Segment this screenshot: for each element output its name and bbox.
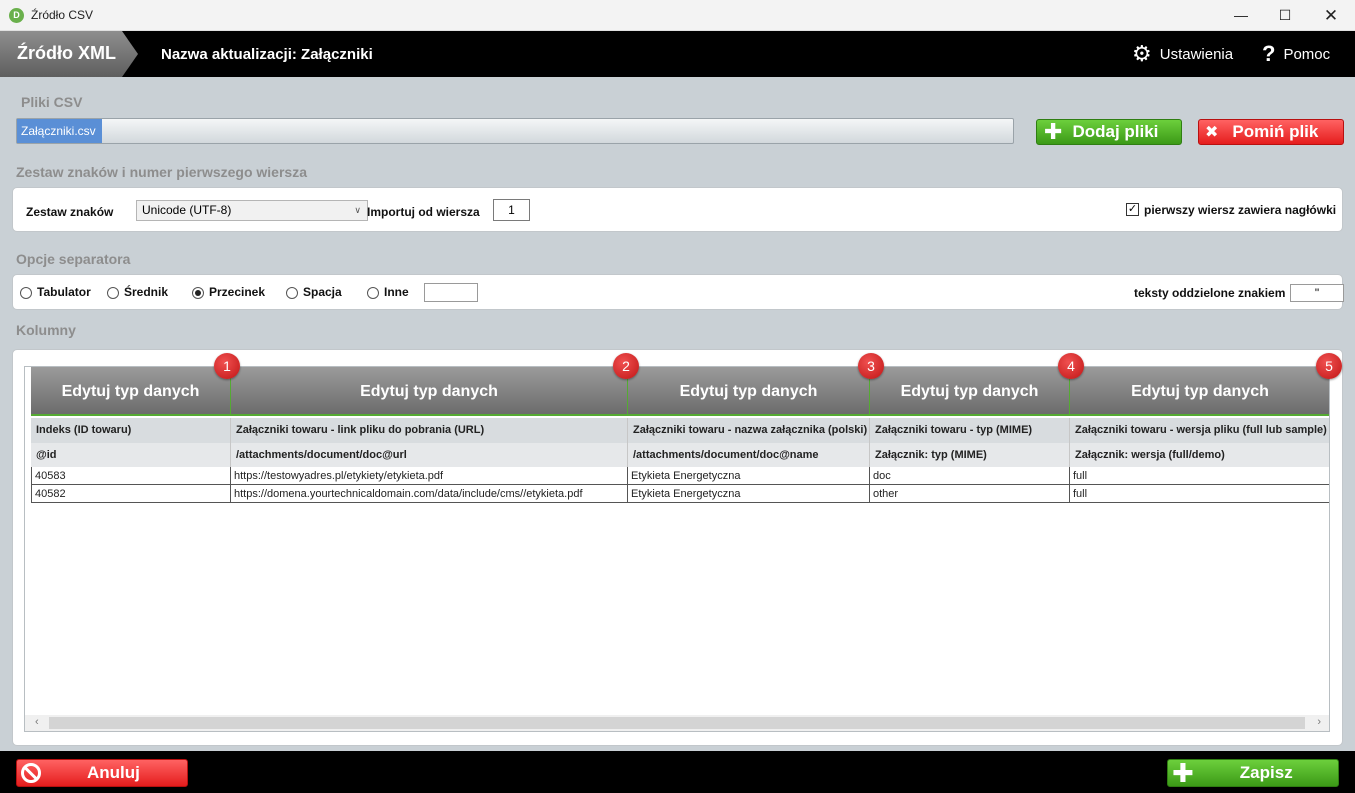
column-number-badge: 4 <box>1058 353 1084 379</box>
column-number-badge: 3 <box>858 353 884 379</box>
edit-type-button-4[interactable]: Edytuj typ danych <box>870 367 1070 416</box>
table-cell: doc <box>870 467 1070 485</box>
other-separator-field[interactable] <box>424 283 478 302</box>
charset-select[interactable]: Unicode (UTF-8) ∨ <box>136 200 368 221</box>
table-cell: https://testowyadres.pl/etykiety/etykiet… <box>231 467 628 485</box>
maximize-icon[interactable]: ☐ <box>1262 0 1308 31</box>
quote-label: teksty oddzielone znakiem <box>1134 286 1286 300</box>
column-number-badge: 1 <box>214 353 240 379</box>
title-bar: D Źródło CSV — ☐ ✕ <box>0 0 1355 31</box>
charset-title: Zestaw znaków i numer pierwszego wiersza <box>16 164 307 180</box>
plus-icon: ✚ <box>1172 758 1194 788</box>
scrollbar-thumb[interactable] <box>49 717 1305 729</box>
columns-grid: Edytuj typ danych Edytuj typ danych Edyt… <box>24 366 1330 732</box>
scroll-right-icon[interactable]: › <box>1317 716 1321 728</box>
table-cell: 40582 <box>31 485 231 503</box>
column-name: Załączniki towaru - typ (MIME) <box>870 418 1070 443</box>
column-path[interactable]: /attachments/document/doc@name <box>628 443 870 467</box>
charset-value: Unicode (UTF-8) <box>142 203 232 217</box>
column-number-badge: 2 <box>613 353 639 379</box>
header-row-checkbox[interactable]: ✓ <box>1126 203 1139 216</box>
table-cell: Etykieta Energetyczna <box>628 485 870 503</box>
table-cell: Etykieta Energetyczna <box>628 467 870 485</box>
radio-other[interactable] <box>367 287 379 299</box>
separator-title: Opcje separatora <box>16 251 131 267</box>
xml-source-tab-label: Źródło XML <box>17 43 116 63</box>
table-cell: other <box>870 485 1070 503</box>
app-icon: D <box>9 8 24 23</box>
radio-other-label: Inne <box>384 285 409 299</box>
columns-title: Kolumny <box>16 322 76 338</box>
radio-space[interactable] <box>286 287 298 299</box>
radio-semicolon-label: Średnik <box>124 285 169 299</box>
column-path[interactable]: @id <box>31 443 231 467</box>
horizontal-scrollbar[interactable]: ‹ › <box>25 715 1329 731</box>
minimize-icon[interactable]: — <box>1218 0 1264 31</box>
cancel-label: Anuluj <box>87 763 140 782</box>
add-files-button[interactable]: ✚ Dodaj pliki <box>1036 119 1182 145</box>
header-bar: Źródło XML Nazwa aktualizacji: Załącznik… <box>0 31 1355 77</box>
column-number-badge: 5 <box>1316 353 1342 379</box>
xml-source-tab[interactable]: Źródło XML <box>0 31 138 77</box>
separator-panel: Tabulator Średnik Przecinek Spacja Inne … <box>12 274 1344 310</box>
radio-space-label: Spacja <box>303 285 342 299</box>
table-cell: full <box>1070 485 1329 503</box>
table-cell: 40583 <box>31 467 231 485</box>
scroll-left-icon[interactable]: ‹ <box>35 716 39 728</box>
radio-comma-label: Przecinek <box>209 285 266 299</box>
skip-file-label: Pomiń plik <box>1232 122 1319 141</box>
csv-files-title: Pliki CSV <box>21 94 83 110</box>
gear-icon: ⚙ <box>1132 41 1152 66</box>
cancel-icon <box>21 763 41 783</box>
chevron-down-icon: ∨ <box>354 205 361 215</box>
file-list[interactable]: Załączniki.csv <box>16 118 1014 144</box>
help-button[interactable]: ? Pomoc <box>1262 43 1330 65</box>
skip-file-button[interactable]: ✖ Pomiń plik <box>1198 119 1344 145</box>
table-cell: https://domena.yourtechnicaldomain.com/d… <box>231 485 628 503</box>
update-name: Nazwa aktualizacji: Załączniki <box>161 46 373 63</box>
edit-type-button-1[interactable]: Edytuj typ danych <box>31 367 231 416</box>
import-from-field[interactable]: 1 <box>493 199 530 221</box>
settings-button[interactable]: ⚙ Ustawienia <box>1132 43 1233 65</box>
save-label: Zapisz <box>1239 763 1293 782</box>
close-icon[interactable]: ✕ <box>1308 0 1354 31</box>
file-item[interactable]: Załączniki.csv <box>17 119 102 143</box>
edit-type-button-5[interactable]: Edytuj typ danych <box>1070 367 1329 416</box>
quote-char-field[interactable]: " <box>1290 284 1344 302</box>
column-name: Indeks (ID towaru) <box>31 418 231 443</box>
column-path[interactable]: Załącznik: typ (MIME) <box>870 443 1070 467</box>
footer-bar: Anuluj ✚ Zapisz <box>0 751 1355 793</box>
window-title: Źródło CSV <box>31 8 94 22</box>
column-name: Załączniki towaru - link pliku do pobran… <box>231 418 628 443</box>
column-path[interactable]: /attachments/document/doc@url <box>231 443 628 467</box>
column-name: Załączniki towaru - nazwa załącznika (po… <box>628 418 870 443</box>
header-row-label: pierwszy wiersz zawiera nagłówki <box>1144 203 1337 217</box>
radio-semicolon[interactable] <box>107 287 119 299</box>
column-name: Załączniki towaru - wersja pliku (full l… <box>1070 418 1329 443</box>
cancel-button[interactable]: Anuluj <box>16 759 188 787</box>
plus-icon: ✚ <box>1044 119 1063 144</box>
x-icon: ✖ <box>1205 124 1219 141</box>
charset-label: Zestaw znaków <box>26 205 114 219</box>
charset-panel: Zestaw znaków Unicode (UTF-8) ∨ Importuj… <box>12 187 1343 232</box>
settings-label: Ustawienia <box>1159 45 1234 63</box>
radio-tab-label: Tabulator <box>37 285 91 299</box>
edit-type-button-3[interactable]: Edytuj typ danych <box>628 367 870 416</box>
import-from-label: Importuj od wiersza <box>367 205 480 219</box>
save-button[interactable]: ✚ Zapisz <box>1167 759 1339 787</box>
add-files-label: Dodaj pliki <box>1072 122 1159 141</box>
radio-comma[interactable] <box>192 287 204 299</box>
column-path[interactable]: Załącznik: wersja (full/demo) <box>1070 443 1329 467</box>
radio-tab[interactable] <box>20 287 32 299</box>
table-cell: full <box>1070 467 1329 485</box>
help-label: Pomoc <box>1283 45 1331 63</box>
edit-type-button-2[interactable]: Edytuj typ danych <box>231 367 628 416</box>
question-icon: ? <box>1262 41 1276 66</box>
